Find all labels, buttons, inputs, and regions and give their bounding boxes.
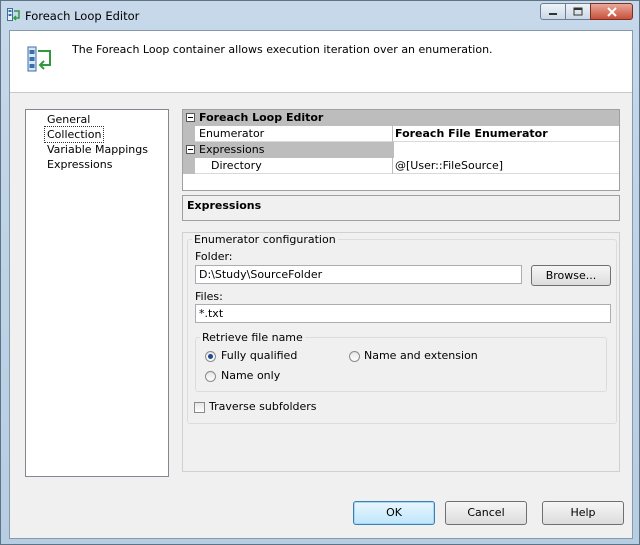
group-label: Enumerator configuration xyxy=(192,233,338,246)
window-controls xyxy=(540,3,633,20)
grid-category-label: Foreach Loop Editor xyxy=(199,111,324,124)
retrieve-file-name-label: Retrieve file name xyxy=(200,331,305,344)
minimize-button[interactable] xyxy=(540,3,566,20)
foreach-loop-container-icon xyxy=(27,46,51,72)
header-description: The Foreach Loop container allows execut… xyxy=(72,43,493,56)
name-only-radio[interactable] xyxy=(205,371,216,382)
folder-label: Folder: xyxy=(195,250,233,263)
dialog-window: Foreach Loop Editor The Foreach Loop con… xyxy=(0,0,640,545)
retrieve-file-name-group: Retrieve file name Fully qualified Name … xyxy=(195,331,607,392)
traverse-subfolders-label[interactable]: Traverse subfolders xyxy=(209,400,317,413)
dialog-client-area: The Foreach Loop container allows execut… xyxy=(9,30,633,539)
files-input[interactable]: *.txt xyxy=(195,304,611,323)
maximize-icon xyxy=(573,7,583,16)
window-title: Foreach Loop Editor xyxy=(25,9,140,23)
grid-expressions-row[interactable]: Expressions xyxy=(183,142,619,158)
collapse-toggle-icon[interactable] xyxy=(186,145,195,154)
enumerator-value[interactable]: Foreach File Enumerator xyxy=(395,126,548,142)
title-bar[interactable]: Foreach Loop Editor xyxy=(1,1,639,29)
property-grid: Foreach Loop Editor Enumerator Foreach F… xyxy=(182,109,620,191)
grid-row-directory[interactable]: Directory @[User::FileSource] xyxy=(183,158,619,174)
name-only-label[interactable]: Name only xyxy=(221,369,280,382)
nav-item-collection[interactable]: Collection xyxy=(43,126,105,143)
collapse-toggle-icon[interactable] xyxy=(186,113,195,122)
ok-button[interactable]: OK xyxy=(353,501,435,525)
directory-value[interactable]: @[User::FileSource] xyxy=(395,158,503,174)
close-icon xyxy=(606,6,617,17)
expressions-name: Expressions xyxy=(199,143,265,156)
fully-qualified-label[interactable]: Fully qualified xyxy=(221,349,297,362)
foreach-loop-icon xyxy=(7,8,20,21)
grid-category-row[interactable]: Foreach Loop Editor xyxy=(183,110,619,126)
description-title: Expressions xyxy=(187,199,262,212)
directory-name: Directory xyxy=(211,159,262,172)
folder-input[interactable]: D:\Study\SourceFolder xyxy=(195,265,522,284)
close-button[interactable] xyxy=(590,3,633,20)
fully-qualified-radio[interactable] xyxy=(205,351,216,362)
page-navigation-list: General Collection Variable Mappings Exp… xyxy=(25,109,169,477)
traverse-subfolders-checkbox[interactable] xyxy=(194,402,205,413)
maximize-button[interactable] xyxy=(565,3,591,20)
enumerator-name: Enumerator xyxy=(199,127,265,140)
name-and-extension-label[interactable]: Name and extension xyxy=(364,349,478,362)
cancel-button[interactable]: Cancel xyxy=(445,501,527,525)
nav-item-expressions[interactable]: Expressions xyxy=(47,157,112,172)
browse-button[interactable]: Browse... xyxy=(531,265,611,286)
help-button[interactable]: Help xyxy=(542,501,624,525)
nav-item-general[interactable]: General xyxy=(47,112,90,127)
enumerator-configuration-group: Enumerator configuration Folder: D:\Stud… xyxy=(187,233,617,424)
enumerator-configuration-panel: Enumerator configuration Folder: D:\Stud… xyxy=(182,232,620,472)
files-label: Files: xyxy=(195,290,223,303)
name-and-extension-radio[interactable] xyxy=(349,351,360,362)
grid-row-enumerator[interactable]: Enumerator Foreach File Enumerator xyxy=(183,126,619,142)
nav-item-variable-mappings[interactable]: Variable Mappings xyxy=(47,142,148,157)
collection-page: Foreach Loop Editor Enumerator Foreach F… xyxy=(182,109,620,472)
minimize-icon xyxy=(549,12,557,15)
property-description-pane: Expressions xyxy=(182,195,620,221)
header-band: The Foreach Loop container allows execut… xyxy=(10,31,632,93)
